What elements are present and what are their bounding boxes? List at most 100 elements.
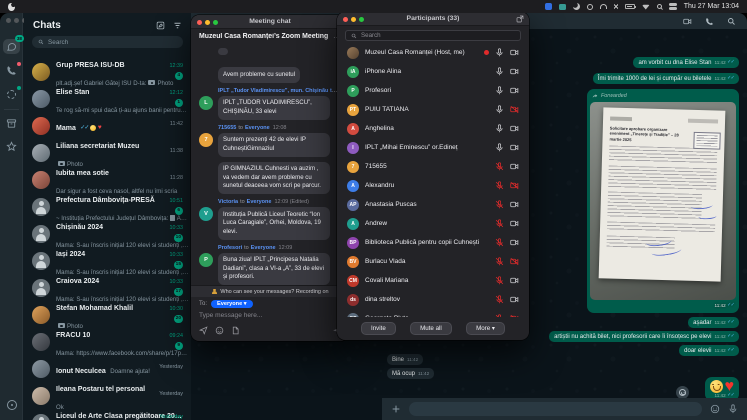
mic-icon[interactable] [495,67,504,76]
message-outgoing: artiștii nu achită bilet, nici profesori… [549,331,739,342]
search-icon[interactable] [727,17,736,26]
sidebar-item-archive[interactable] [3,116,20,131]
participant-row[interactable]: AP Anastasia Puscas [337,195,529,214]
chat-list-item[interactable]: Elise Stan Te rog să-mi spui dacă ți-au … [24,85,191,112]
attach-plus-icon[interactable] [391,404,401,414]
emoji-icon[interactable] [710,404,720,414]
app-icon[interactable] [545,3,552,10]
window-controls[interactable] [197,20,218,25]
camera-icon[interactable] [510,105,519,114]
mic-icon[interactable] [495,295,504,304]
participants-search-input[interactable]: Search [345,30,521,41]
popout-icon[interactable] [516,15,524,25]
search-icon[interactable] [657,4,662,9]
sidebar-item-status[interactable] [3,87,20,102]
new-chat-icon[interactable] [156,21,165,30]
participant-row[interactable]: A Anghelina [337,119,529,138]
participant-row[interactable]: BP Biblioteca Publică pentru copii Cuhne… [337,233,529,252]
camera-icon[interactable] [510,86,519,95]
camera-icon[interactable] [510,276,519,285]
record-icon[interactable] [587,4,593,10]
voice-call-icon[interactable] [705,17,714,26]
chat-search-input[interactable]: Search [32,36,183,48]
battery-icon[interactable] [625,4,635,9]
mic-icon[interactable] [495,86,504,95]
message-bubble: Avem probleme cu sunetul [218,67,300,83]
archive-icon [6,118,17,129]
mic-icon[interactable] [495,200,504,209]
participant-row[interactable]: Muzeul Casa Romanței (Host, me) [337,43,529,62]
camera-icon[interactable] [510,314,519,317]
more-button[interactable]: More ▾ [466,322,505,335]
participant-row[interactable]: CM Covali Mariana [337,271,529,290]
sidebar-item-profile[interactable] [3,397,20,412]
participant-row[interactable]: PT PUIU TATIANA [337,100,529,119]
sender-name: 715655 [218,125,236,131]
mic-icon[interactable] [728,404,738,414]
participant-row[interactable]: I IPLT „Mihai Eminescu” or.Edineț [337,138,529,157]
video-call-icon[interactable] [683,17,692,26]
wifi-icon[interactable] [642,4,650,10]
chat-list-item[interactable]: FRACU 10 Mama: https://www.facebook.com/… [24,328,191,355]
chat-list-item[interactable]: Liceul de Arte Clasa pregătitoare 20… Ro… [24,409,191,420]
camera-icon[interactable] [510,143,519,152]
mic-icon[interactable] [495,238,504,247]
share-icon[interactable] [199,326,208,335]
camera-icon[interactable] [510,295,519,304]
file-icon[interactable] [231,326,240,335]
window-controls[interactable] [343,17,364,22]
participant-row[interactable]: BV Burlacu Vlada [337,252,529,271]
control-center-icon[interactable] [669,3,677,10]
chat-avatar [32,225,50,243]
camera-icon[interactable] [510,48,519,57]
zoom-chat-input[interactable]: Type message here... [199,312,262,319]
recipient-selector[interactable]: Everyone [211,300,253,308]
participant-row[interactable]: A Andrew [337,214,529,233]
camera-icon[interactable] [510,67,519,76]
chat-time: 09:24 [170,333,184,339]
privacy-banner[interactable]: Who can see your messages? Recording on [191,285,349,297]
chat-time: 10:33 [170,252,184,258]
participant-row[interactable]: 7 715655 [337,157,529,176]
mic-icon[interactable] [495,48,504,57]
search-placeholder: Search [361,32,381,39]
mic-icon[interactable] [495,276,504,285]
filter-icon[interactable] [173,21,182,30]
invite-button[interactable]: Invite [361,322,396,335]
participant-row[interactable]: ds dina streltov [337,290,529,309]
mic-icon[interactable] [495,143,504,152]
mic-icon[interactable] [495,181,504,190]
headphones-icon[interactable] [600,4,607,9]
camera-icon[interactable] [510,124,519,133]
camera-icon[interactable] [510,181,519,190]
moon-icon[interactable] [573,3,580,10]
sender-avatar [199,162,213,176]
mic-icon[interactable] [495,219,504,228]
mic-icon[interactable] [495,124,504,133]
menu-bar-clock[interactable]: Thu 27 Mar 13:04 [684,3,739,10]
message-input[interactable] [409,402,702,416]
participant-row[interactable]: iA iPhone Alina [337,62,529,81]
camera-icon[interactable] [510,200,519,209]
apple-logo-icon[interactable] [8,3,15,11]
sidebar-item-calls[interactable] [3,63,20,78]
mic-icon[interactable] [495,314,504,317]
sender-avatar: P [199,253,213,267]
sidebar-item-starred[interactable] [3,139,20,154]
display-icon[interactable] [559,4,566,10]
participant-row[interactable]: P Profesori [337,81,529,100]
message-image-forwarded[interactable]: Forwarded Solicitare aprobare organizare… [587,89,739,313]
mute-all-button[interactable]: Mute all [410,322,452,335]
camera-icon[interactable] [510,257,519,266]
emoji-icon[interactable] [215,326,224,335]
participant-row[interactable]: GP Georgeta Pluta [337,309,529,317]
mic-icon[interactable] [495,257,504,266]
bluetooth-icon[interactable] [614,3,618,10]
sidebar-item-chats[interactable]: 38 [3,39,20,54]
mic-icon[interactable] [495,162,504,171]
camera-icon[interactable] [510,219,519,228]
camera-icon[interactable] [510,238,519,247]
mic-icon[interactable] [495,105,504,114]
participant-row[interactable]: A Alexandru [337,176,529,195]
camera-icon[interactable] [510,162,519,171]
